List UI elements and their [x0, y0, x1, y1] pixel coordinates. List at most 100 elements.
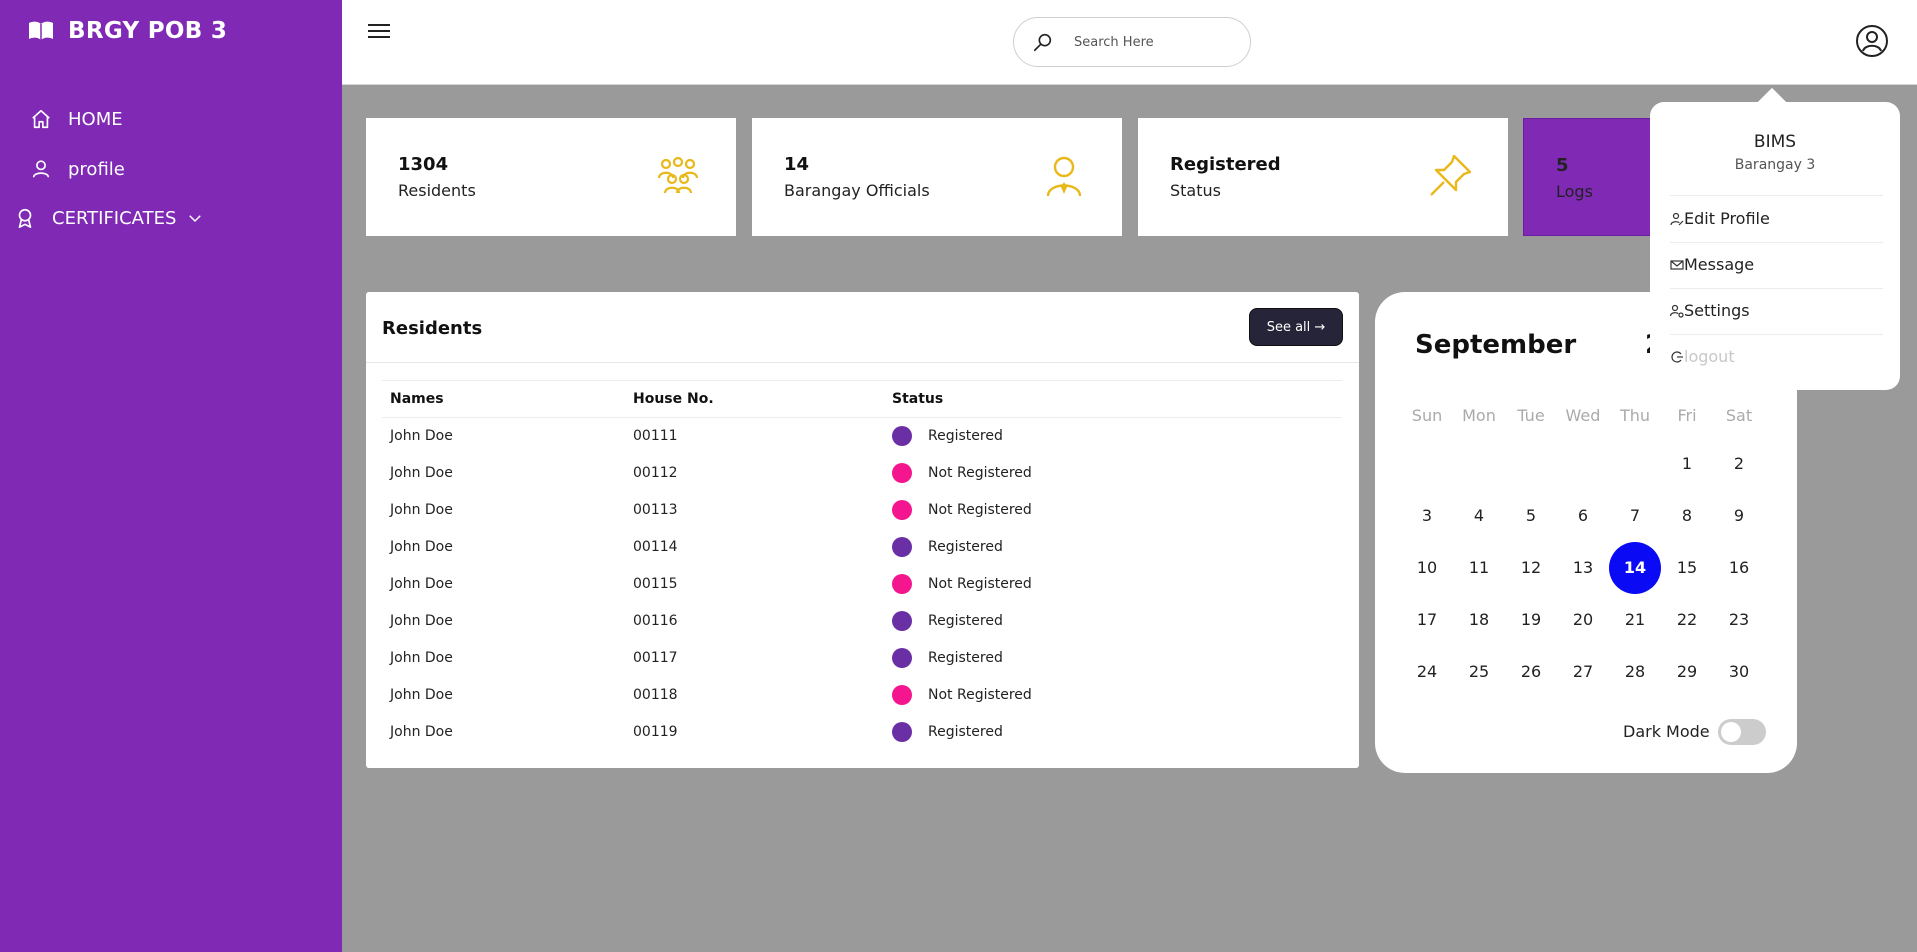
table-row[interactable]: John Doe 00116 Registered — [382, 603, 1342, 640]
resident-name: John Doe — [390, 465, 453, 481]
logout-item[interactable]: logout — [1670, 347, 1735, 366]
calendar-day[interactable]: 11 — [1453, 542, 1505, 594]
house-number: 00115 — [633, 576, 678, 592]
house-number: 00112 — [633, 465, 678, 481]
calendar-day[interactable]: 7 — [1609, 490, 1661, 542]
calendar-day[interactable]: 13 — [1557, 542, 1609, 594]
topbar — [342, 0, 1917, 85]
calendar-day[interactable]: 6 — [1557, 490, 1609, 542]
calendar-month: September — [1415, 330, 1577, 360]
calendar-day[interactable]: 24 — [1401, 646, 1453, 698]
status-dot — [892, 426, 912, 446]
table-row[interactable]: John Doe 00112 Not Registered — [382, 455, 1342, 492]
card-status[interactable]: Registered Status — [1138, 118, 1508, 236]
weekday-label: Tue — [1517, 406, 1545, 425]
weekday-label: Sat — [1725, 406, 1753, 425]
card-residents[interactable]: 1304 Residents — [366, 118, 736, 236]
sidebar-item-profile[interactable]: profile — [30, 158, 125, 180]
status-dot — [892, 611, 912, 631]
status-text: Not Registered — [928, 465, 1032, 481]
table-row[interactable]: John Doe 00115 Not Registered — [382, 566, 1342, 603]
status-text: Not Registered — [928, 502, 1032, 518]
status-dot — [892, 537, 912, 557]
calendar-day[interactable]: 20 — [1557, 594, 1609, 646]
table-row[interactable]: John Doe 00118 Not Registered — [382, 677, 1342, 714]
calendar-day[interactable]: 30 — [1713, 646, 1765, 698]
chevron-down-icon — [189, 215, 202, 223]
search-input[interactable] — [1074, 34, 1224, 50]
weekday-label: Thu — [1619, 406, 1651, 425]
resident-name: John Doe — [390, 428, 453, 444]
status-text: Registered — [928, 724, 1003, 740]
calendar-day[interactable]: 21 — [1609, 594, 1661, 646]
profile-dropdown: BIMS Barangay 3 Edit Profile Message Set… — [1650, 87, 1900, 390]
table-row[interactable]: John Doe 00119 Registered — [382, 714, 1342, 751]
calendar-day[interactable]: 1 — [1661, 438, 1713, 490]
table-row[interactable]: John Doe 00111 Registered — [382, 418, 1342, 455]
table-row[interactable]: John Doe 00113 Not Registered — [382, 492, 1342, 529]
calendar-day[interactable]: 18 — [1453, 594, 1505, 646]
dropdown-item-label: logout — [1684, 347, 1735, 366]
status-dot — [892, 648, 912, 668]
see-all-button[interactable]: See all → — [1249, 308, 1343, 346]
user-icon — [32, 160, 50, 178]
search-box[interactable] — [1013, 17, 1251, 67]
calendar-day[interactable]: 26 — [1505, 646, 1557, 698]
message-item[interactable]: Message — [1670, 255, 1754, 274]
house-number: 00114 — [633, 539, 678, 555]
dropdown-user-subtitle: Barangay 3 — [1734, 157, 1816, 173]
calendar-day[interactable]: 27 — [1557, 646, 1609, 698]
calendar-day[interactable]: 9 — [1713, 490, 1765, 542]
divider — [1670, 334, 1883, 335]
status-dot — [892, 463, 912, 483]
card-value: 1304 — [398, 154, 449, 175]
user-avatar-icon[interactable] — [1855, 24, 1889, 58]
card-label: Barangay Officials — [784, 181, 930, 200]
award-icon — [18, 208, 32, 228]
column-header-names: Names — [390, 391, 444, 407]
edit-profile-item[interactable]: Edit Profile — [1670, 209, 1770, 228]
status-text: Not Registered — [928, 576, 1032, 592]
calendar-day[interactable]: 2 — [1713, 438, 1765, 490]
search-icon[interactable] — [1032, 31, 1054, 53]
resident-name: John Doe — [390, 502, 453, 518]
official-icon — [1046, 156, 1082, 197]
calendar-day-today[interactable]: 14 — [1609, 542, 1661, 594]
dropdown-caret — [1757, 87, 1787, 117]
calendar-day[interactable]: 28 — [1609, 646, 1661, 698]
calendar-day[interactable]: 4 — [1453, 490, 1505, 542]
calendar-day[interactable]: 12 — [1505, 542, 1557, 594]
calendar-day[interactable]: 19 — [1505, 594, 1557, 646]
dark-mode-toggle[interactable] — [1718, 719, 1766, 745]
calendar-day[interactable]: 23 — [1713, 594, 1765, 646]
menu-icon[interactable] — [368, 22, 390, 40]
status-text: Registered — [928, 428, 1003, 444]
divider — [1670, 242, 1883, 243]
brand[interactable]: BRGY POB 3 — [28, 18, 227, 44]
sidebar-item-certificates[interactable]: CERTIFICATES — [14, 207, 204, 229]
dropdown-user-name: BIMS — [1753, 132, 1797, 152]
calendar-day[interactable]: 5 — [1505, 490, 1557, 542]
calendar-day[interactable]: 29 — [1661, 646, 1713, 698]
calendar-day[interactable]: 8 — [1661, 490, 1713, 542]
weekday-label: Wed — [1565, 406, 1601, 425]
dark-mode-label: Dark Mode — [1623, 722, 1710, 741]
table-row[interactable]: John Doe 00114 Registered — [382, 529, 1342, 566]
calendar-day[interactable]: 15 — [1661, 542, 1713, 594]
card-officials[interactable]: 14 Barangay Officials — [752, 118, 1122, 236]
house-number: 00113 — [633, 502, 678, 518]
calendar-day[interactable]: 3 — [1401, 490, 1453, 542]
calendar-day[interactable]: 10 — [1401, 542, 1453, 594]
calendar-day[interactable]: 16 — [1713, 542, 1765, 594]
divider — [1670, 288, 1883, 289]
resident-name: John Doe — [390, 613, 453, 629]
sidebar-item-home[interactable]: HOME — [30, 108, 123, 130]
house-number: 00117 — [633, 650, 678, 666]
settings-item[interactable]: Settings — [1670, 301, 1750, 320]
dropdown-item-label: Message — [1684, 255, 1755, 274]
calendar-day[interactable]: 25 — [1453, 646, 1505, 698]
calendar-day[interactable]: 22 — [1661, 594, 1713, 646]
table-row[interactable]: John Doe 00117 Registered — [382, 640, 1342, 677]
calendar-day[interactable]: 17 — [1401, 594, 1453, 646]
residents-panel: Residents See all → Names House No. Stat… — [366, 292, 1359, 768]
